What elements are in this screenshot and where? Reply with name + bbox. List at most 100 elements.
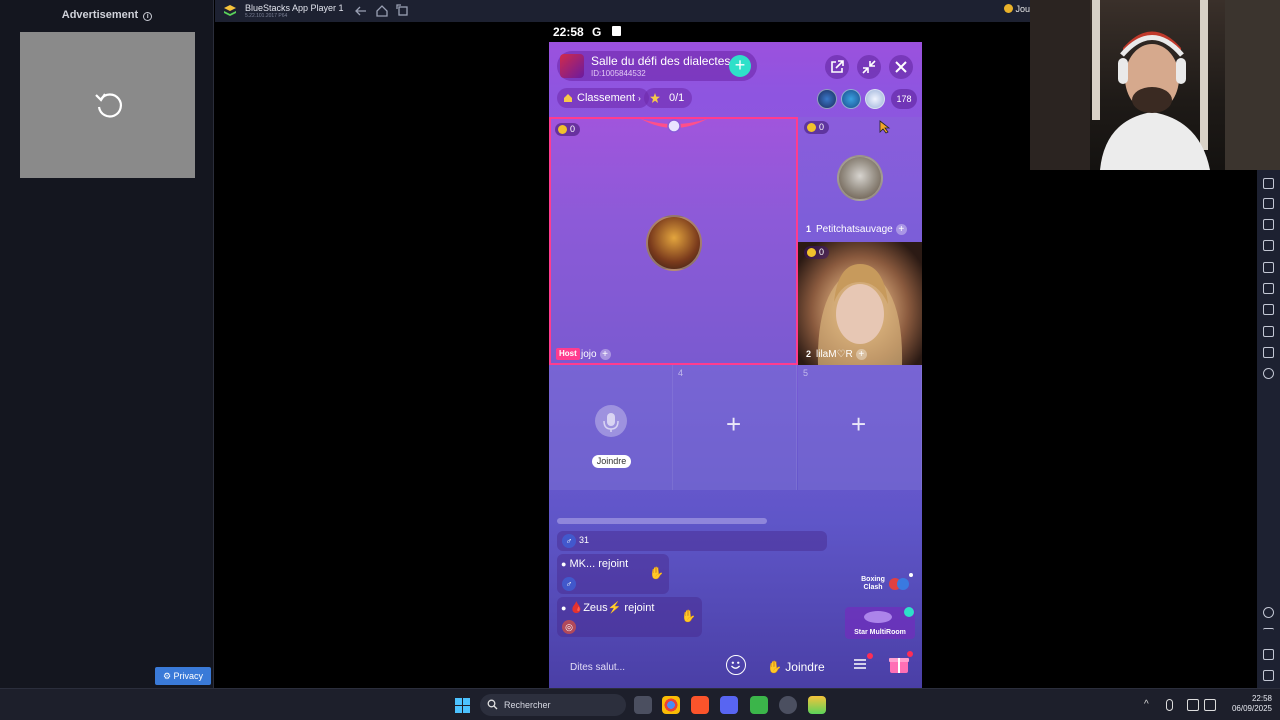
- taskbar-clock[interactable]: 22:58 06/09/2025: [1222, 694, 1272, 714]
- home-icon[interactable]: [1263, 649, 1274, 660]
- home-icon[interactable]: [375, 4, 389, 18]
- follow-plus-icon[interactable]: +: [855, 349, 867, 360]
- viewer-avatar[interactable]: [865, 89, 885, 109]
- add-seat-icon[interactable]: +: [726, 411, 741, 437]
- seat-1-avatar[interactable]: [837, 155, 883, 201]
- chat-join-message[interactable]: ● 🩸Zeus⚡ rejoint ◎ ✋: [557, 597, 702, 637]
- microphone-icon[interactable]: [1166, 699, 1173, 711]
- tray-chevron-icon[interactable]: ^: [1144, 699, 1156, 711]
- user-avatar-icon: ●: [561, 603, 567, 613]
- sidebar-tool-icon[interactable]: [1263, 304, 1274, 315]
- bluestacks-icon[interactable]: [808, 696, 826, 714]
- room-avatar[interactable]: [560, 54, 584, 78]
- privacy-button[interactable]: ⚙ Privacy: [155, 667, 211, 685]
- seat-number: 2: [806, 349, 812, 359]
- chat-message[interactable]: ♂ 31: [557, 531, 827, 551]
- seat-3[interactable]: Joindre: [549, 365, 673, 490]
- host-name: jojo: [581, 349, 597, 360]
- viewer-list[interactable]: 178: [817, 88, 917, 110]
- advertisement-box[interactable]: [20, 32, 195, 178]
- info-icon[interactable]: i: [143, 12, 153, 21]
- windows-start-icon[interactable]: [455, 698, 470, 713]
- add-seat-icon[interactable]: +: [851, 411, 866, 437]
- coin-count: 0: [819, 247, 825, 257]
- ranking-chevron-icon: ›: [638, 94, 641, 103]
- bluestacks-version: 5.22.101.2017 P64: [245, 13, 288, 19]
- advertisement-title: Advertisement i: [0, 9, 214, 21]
- coin-badge: 0: [804, 246, 830, 259]
- follow-plus-icon[interactable]: +: [599, 349, 611, 360]
- sidebar-tool-icon[interactable]: [1263, 368, 1274, 379]
- bluestacks-titlebar: BlueStacks App Player 1 5.22.101.2017 P6…: [215, 0, 1030, 22]
- seat-2-video[interactable]: 0 2 lilaM♡R +: [798, 242, 922, 365]
- emoji-icon[interactable]: [726, 655, 746, 675]
- chrome-icon[interactable]: [662, 696, 680, 714]
- stars-button[interactable]: 0/1: [644, 88, 693, 108]
- join-button[interactable]: ✋ Joindre: [767, 655, 829, 679]
- chat-username: 🩸Zeus⚡: [569, 602, 622, 614]
- boxing-clash-label: Boxing Clash: [861, 576, 885, 591]
- seat-1[interactable]: 0 1 Petitchatsauvage +: [798, 117, 922, 242]
- room-header[interactable]: Salle du défi des dialectes ID:100584453…: [557, 51, 757, 81]
- seat-5[interactable]: 5 +: [798, 365, 922, 490]
- discord-icon[interactable]: [720, 696, 738, 714]
- recent-apps-icon[interactable]: [396, 4, 410, 18]
- host-crown-icon: [641, 119, 707, 133]
- star-multiroom-button[interactable]: Star MultiRoom: [845, 607, 915, 639]
- seat-number: 5: [803, 368, 809, 378]
- sidebar-tool-icon[interactable]: [1263, 326, 1274, 337]
- coin-count: 0: [819, 122, 825, 132]
- sidebar-tool-icon[interactable]: [1263, 219, 1274, 230]
- sidebar-tool-icon[interactable]: [1263, 178, 1274, 189]
- settings-icon[interactable]: [1263, 607, 1274, 618]
- minimize-icon[interactable]: [857, 55, 881, 79]
- sidebar-tool-icon[interactable]: [1263, 283, 1274, 294]
- seat-2-camera-image: [817, 264, 903, 365]
- google-icon: G: [592, 25, 602, 39]
- app-icon[interactable]: [750, 696, 768, 714]
- status-time: 22:58: [553, 25, 584, 39]
- seat-1-name-row[interactable]: 1 Petitchatsauvage +: [806, 224, 907, 235]
- app-icon[interactable]: [779, 696, 797, 714]
- boxing-clash-button[interactable]: Boxing Clash: [859, 572, 914, 596]
- ranking-button[interactable]: Classement ›: [557, 88, 649, 108]
- viewer-avatar[interactable]: [841, 89, 861, 109]
- follow-plus-icon[interactable]: +: [895, 224, 907, 235]
- clock-time: 22:58: [1251, 694, 1272, 703]
- account-chip[interactable]: Jou: [1004, 4, 1030, 14]
- task-view-icon[interactable]: [634, 696, 652, 714]
- brave-icon[interactable]: [691, 696, 709, 714]
- host-avatar[interactable]: [646, 215, 702, 271]
- reload-icon[interactable]: [92, 89, 124, 121]
- follow-room-button[interactable]: +: [729, 55, 751, 77]
- back-arrow-icon[interactable]: [354, 4, 368, 18]
- display-icon[interactable]: [1187, 699, 1199, 711]
- back-icon[interactable]: [1263, 628, 1274, 639]
- chat-join-message[interactable]: ● MK... rejoint ♂ ✋: [557, 554, 669, 594]
- close-icon[interactable]: [889, 55, 913, 79]
- network-icon[interactable]: [1204, 699, 1216, 711]
- coin-icon: [558, 125, 567, 134]
- sidebar-tool-icon[interactable]: [1263, 198, 1274, 209]
- viewer-avatar[interactable]: [817, 89, 837, 109]
- host-name-row[interactable]: jojo +: [581, 349, 611, 360]
- share-icon[interactable]: [825, 55, 849, 79]
- join-seat-button[interactable]: Joindre: [592, 455, 631, 468]
- seat-2-name-row[interactable]: 2 lilaM♡R +: [806, 349, 867, 360]
- wave-icon[interactable]: ✋: [649, 566, 664, 580]
- seat-4[interactable]: 4 +: [673, 365, 797, 490]
- taskbar-search[interactable]: Rechercher: [480, 694, 626, 716]
- host-seat[interactable]: 0 Host jojo +: [549, 117, 798, 365]
- stars-label: 0/1: [669, 92, 685, 104]
- clock-date: 06/09/2025: [1231, 704, 1272, 713]
- sidebar-tool-icon[interactable]: [1263, 347, 1274, 358]
- sidebar-tool-icon[interactable]: [1263, 262, 1274, 273]
- microphone-icon[interactable]: [595, 405, 627, 437]
- recent-apps-icon[interactable]: [1263, 670, 1274, 681]
- bottom-bar: Dites salut... ✋ Joindre: [549, 649, 922, 688]
- menu-icon[interactable]: [853, 657, 867, 671]
- wave-icon[interactable]: ✋: [681, 609, 696, 623]
- search-icon: [487, 699, 498, 710]
- sidebar-tool-icon[interactable]: [1263, 240, 1274, 251]
- viewer-count[interactable]: 178: [891, 89, 917, 109]
